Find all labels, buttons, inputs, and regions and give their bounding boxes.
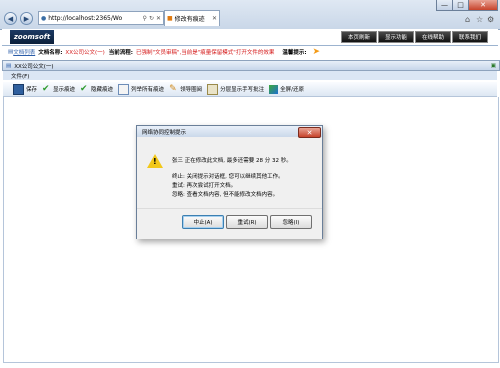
dialog-title: 网络协同控制提示 xyxy=(142,129,187,136)
dialog-message-retry: 重试: 再次尝试打开文档。 xyxy=(172,183,237,189)
maximize-icon: □ xyxy=(457,1,464,9)
check-icon: ✔ xyxy=(42,83,50,94)
logo: zoomsoft xyxy=(10,30,54,44)
close-icon: ✕ xyxy=(306,128,313,137)
window-close-button[interactable]: ✕ xyxy=(468,0,498,11)
flow-label: 当前流程: xyxy=(108,50,133,56)
menu-file[interactable]: 文件(F) xyxy=(11,72,29,80)
minimize-button[interactable]: — xyxy=(436,0,453,11)
retry-button[interactable]: 重试(R) xyxy=(226,215,268,229)
toolbar: 保存 ✔ 显示痕迹 ✔ 隐藏痕迹 列举所有痕迹 ✎ 领导圈阅 分层显示手写批注 全屏/… xyxy=(3,82,497,97)
panel-expand-icon[interactable]: ▣ xyxy=(491,63,496,69)
tab-current[interactable]: ■ 修改有痕迹 ✕ xyxy=(164,10,220,26)
settings-icon[interactable]: ⚙ xyxy=(487,15,494,24)
maximize-button[interactable]: □ xyxy=(452,0,469,11)
address-bar[interactable]: ● http://localhost:2365/Wo ⚲ ↻ ✕ xyxy=(38,11,164,25)
home-icon[interactable]: ⌂ xyxy=(465,15,470,24)
doc-name-label: 文档名称: xyxy=(38,50,63,56)
online-help-button[interactable]: 在线帮助 xyxy=(415,31,451,43)
dialog-message-main: 张三 正在修改此文档, 最多还需要 28 分 32 秒。 xyxy=(172,158,292,164)
contact-us-button[interactable]: 联系我们 xyxy=(452,31,488,43)
panel-title: XX公司公文(一) xyxy=(14,63,54,70)
list-revisions-button[interactable]: 列举所有痕迹 xyxy=(118,83,164,95)
page-icon: ● xyxy=(41,14,47,22)
hide-revisions-button[interactable]: ✔ 隐藏痕迹 xyxy=(80,83,113,94)
dialog-title-bar: 网络协同控制提示 xyxy=(137,126,322,137)
doc-name-value: XX公司公文(一) xyxy=(65,50,105,56)
flow-value: 已强制"文员审稿",当前是"痕量保留模式"打开文件的效果 xyxy=(135,50,275,56)
stop-icon[interactable]: ✕ xyxy=(156,15,161,22)
abort-button[interactable]: 中止(A) xyxy=(182,215,224,229)
doc-icon: ▤ xyxy=(6,62,12,69)
show-revisions-button[interactable]: ✔ 显示痕迹 xyxy=(42,83,75,94)
network-control-dialog: 网络协同控制提示 ✕ ! 张三 正在修改此文档, 最多还需要 28 分 32 秒… xyxy=(136,125,323,239)
fullscreen-icon xyxy=(269,84,279,94)
address-text: http://localhost:2365/Wo xyxy=(48,14,123,22)
show-function-button[interactable]: 显示功能 xyxy=(378,31,414,43)
arrow-icon: ➤ xyxy=(312,47,321,57)
refresh-icon[interactable]: ↻ xyxy=(149,15,154,22)
pen-icon: ✎ xyxy=(169,83,177,94)
back-button[interactable]: ◀ xyxy=(4,12,17,25)
info-bar: ▤ 文档列表 文档名称: XX公司公文(一) 当前流程: 已强制"文员审稿",当… xyxy=(2,45,498,58)
search-icon[interactable]: ⚲ xyxy=(143,15,147,22)
ignore-button[interactable]: 忽略(I) xyxy=(270,215,312,229)
dialog-message-ignore: 忽略: 查看文档内容, 但不能修改文档内容。 xyxy=(172,192,279,198)
layer-handwriting-button[interactable]: 分层显示手写批注 xyxy=(207,83,264,95)
layers-icon xyxy=(207,83,219,95)
list-icon xyxy=(118,83,130,95)
close-icon: ✕ xyxy=(480,1,486,9)
leader-review-button[interactable]: ✎ 领导圈阅 xyxy=(169,83,202,94)
dialog-message-abort: 终止: 关闭提示对话框, 您可以继续其他工作。 xyxy=(172,174,284,180)
tab-title: 修改有痕迹 xyxy=(174,16,205,23)
fullscreen-button[interactable]: 全屏/还原 xyxy=(269,84,304,94)
minimize-icon: — xyxy=(441,1,448,9)
doc-list-link[interactable]: 文档列表 xyxy=(13,48,35,56)
save-icon xyxy=(13,83,24,95)
menu-bar: 文件(F) xyxy=(3,71,497,80)
tab-page-icon: ■ xyxy=(167,15,173,22)
dialog-close-button[interactable]: ✕ xyxy=(298,127,321,138)
hint-label: 温馨提示: xyxy=(282,50,307,56)
document-panel-header: ▤ XX公司公文(一) ▣ xyxy=(2,60,500,71)
save-button[interactable]: 保存 xyxy=(13,83,37,95)
tab-close-icon[interactable]: ✕ xyxy=(212,15,217,22)
refresh-page-button[interactable]: 本页刷新 xyxy=(341,31,377,43)
favorites-icon[interactable]: ☆ xyxy=(476,15,483,24)
forward-button[interactable]: ▶ xyxy=(20,12,33,25)
check-icon: ✔ xyxy=(80,83,88,94)
